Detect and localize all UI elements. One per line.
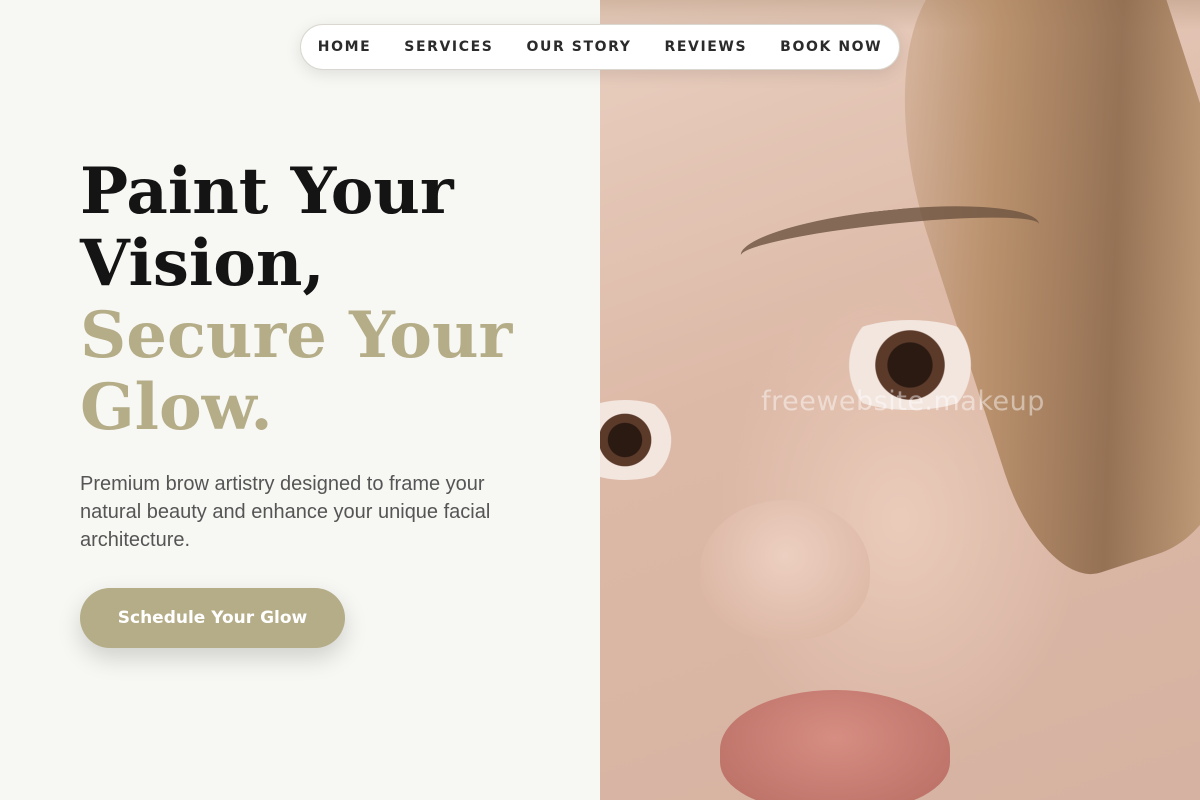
hero-heading: Paint Your Vision, Secure Your Glow. [80,156,580,444]
nav-services[interactable]: SERVICES [404,39,493,55]
hero-heading-line: Paint Your [80,154,454,229]
hero-section: Paint Your Vision, Secure Your Glow. Pre… [80,156,580,554]
hero-heading-accent-line: Secure Your [80,298,513,373]
hero-description: Premium brow artistry designed to frame … [80,473,491,551]
hero-heading-line: Vision, [80,226,325,301]
nav-home[interactable]: HOME [318,39,372,55]
nav-reviews[interactable]: REVIEWS [664,39,747,55]
hair-shape [851,0,1200,592]
main-nav: HOME SERVICES OUR STORY REVIEWS BOOK NOW [300,24,900,70]
nav-book-now[interactable]: BOOK NOW [780,39,882,55]
image-watermark: freewebsite.makeup [761,386,1045,417]
hero-image: freewebsite.makeup [600,0,1200,800]
lips-shape [720,690,950,800]
eye-shape [600,400,690,480]
hero-heading-accent-line: Glow. [80,370,273,445]
nose-shape [700,500,870,640]
nav-our-story[interactable]: OUR STORY [526,39,631,55]
schedule-button[interactable]: Schedule Your Glow [80,588,345,648]
